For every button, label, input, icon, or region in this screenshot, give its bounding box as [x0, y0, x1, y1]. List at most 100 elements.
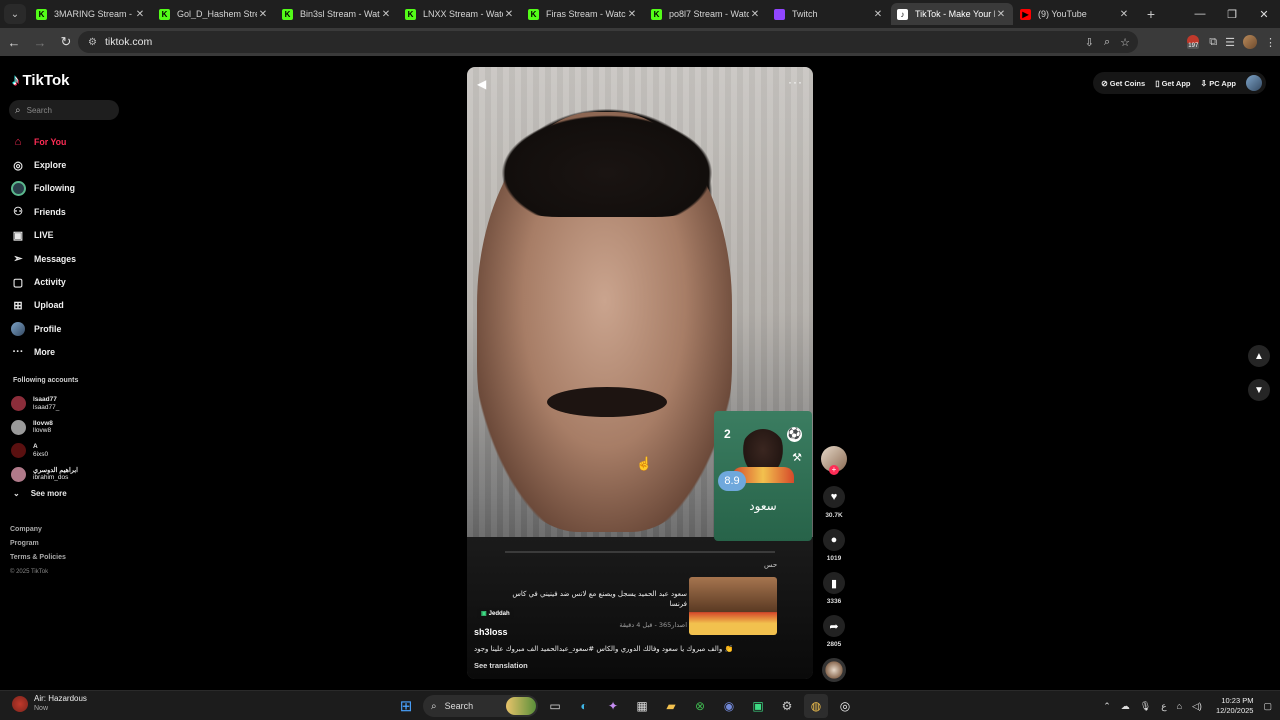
following-account-item[interactable]: ابراهيم الدوسري ibrahim_dos — [11, 463, 78, 487]
extension-icon[interactable]: 197 — [1187, 35, 1201, 49]
browser-tab[interactable]: K Bin3sl Stream - Watc ✕ — [276, 3, 398, 25]
save-action[interactable]: ▮ 3336 — [819, 572, 849, 605]
tab-close-icon[interactable]: ✕ — [626, 9, 638, 20]
store-icon[interactable]: ▦ — [630, 694, 654, 718]
onedrive-icon[interactable]: ☁ — [1121, 701, 1130, 712]
nav-item-explore[interactable]: ◎ Explore — [10, 153, 76, 176]
reload-button[interactable]: ↻ — [54, 30, 78, 54]
network-icon[interactable]: ⌂ — [1177, 701, 1182, 711]
heart-icon[interactable]: ♥ — [823, 486, 845, 508]
browser-tab[interactable]: Kpo8l7 Stream - Watc ✕ — [645, 3, 767, 25]
task-view-icon[interactable]: ▭ — [543, 694, 567, 718]
tab-close-icon[interactable]: ✕ — [134, 9, 146, 20]
browser-profile-avatar[interactable] — [1243, 35, 1257, 49]
discord-icon[interactable]: ◉ — [717, 694, 741, 718]
footer-terms-link[interactable]: Terms & Policies — [10, 551, 66, 565]
nav-item-following[interactable]: Following — [10, 177, 76, 200]
start-button[interactable]: ⊞ — [394, 694, 418, 718]
nav-item-activity[interactable]: ▢ Activity — [10, 270, 76, 293]
site-info-icon[interactable]: ⚙ — [88, 37, 97, 48]
browser-tab[interactable]: ♪ TikTok - Make Your D ✕ — [891, 3, 1013, 25]
weather-widget[interactable]: Air: Hazardous Now — [12, 694, 87, 714]
browser-tab[interactable]: K Gol_D_Hashem Strea ✕ — [153, 3, 275, 25]
like-action[interactable]: ♥ 30.7K — [819, 486, 849, 519]
tab-groups-icon[interactable]: ☰ — [1225, 36, 1235, 49]
tray-overflow-icon[interactable]: ⌃ — [1103, 701, 1111, 712]
tab-close-icon[interactable]: ✕ — [380, 9, 392, 20]
taskbar-search[interactable]: ⌕ Search — [423, 695, 538, 717]
volume-icon[interactable]: ◁) — [1192, 701, 1202, 712]
file-explorer-icon[interactable]: ▰ — [659, 694, 683, 718]
browser-tab[interactable]: K LNXX Stream - Watc ✕ — [399, 3, 521, 25]
nav-item-live[interactable]: ▣ LIVE — [10, 224, 76, 247]
nav-item-more[interactable]: ··· More — [10, 341, 76, 364]
xbox-icon[interactable]: ⊗ — [688, 694, 712, 718]
install-app-icon[interactable]: ⇩ — [1085, 36, 1094, 49]
steam-icon[interactable]: ⚙ — [775, 694, 799, 718]
maximize-button[interactable]: ❐ — [1216, 0, 1248, 28]
forward-button[interactable]: → — [28, 30, 52, 54]
user-avatar[interactable] — [1246, 75, 1262, 91]
notifications-icon[interactable]: ▢ — [1263, 701, 1272, 712]
share-icon[interactable]: ➦ — [823, 615, 845, 637]
comment-action[interactable]: ● 1019 — [819, 529, 849, 562]
search-box[interactable]: ⌕ — [9, 100, 119, 120]
microphone-icon[interactable]: 🎙 — [1140, 701, 1151, 712]
get-app-button[interactable]: ▯ Get App — [1155, 79, 1190, 88]
footer-company-link[interactable]: Company — [10, 523, 66, 537]
close-window-button[interactable]: ✕ — [1248, 0, 1280, 28]
music-disc-icon[interactable] — [822, 658, 846, 682]
video-author[interactable]: sh3loss — [474, 627, 508, 637]
comment-icon[interactable]: ● — [823, 529, 845, 551]
get-coins-button[interactable]: ⊘ Get Coins — [1101, 79, 1145, 88]
share-action[interactable]: ➦ 2805 — [819, 615, 849, 648]
obs-icon[interactable]: ◎ — [833, 694, 857, 718]
edge-icon[interactable]: ◐ — [572, 694, 596, 718]
address-bar[interactable]: ⚙ tiktok.com ⇩ ⌕ ☆ — [78, 31, 1138, 53]
author-avatar[interactable]: + — [821, 446, 847, 475]
bookmark-icon[interactable]: ▮ — [823, 572, 845, 594]
tab-close-icon[interactable]: ✕ — [503, 9, 515, 20]
location-tag[interactable]: ▣ Jeddah — [477, 608, 514, 619]
volume-icon[interactable]: ◀ — [477, 77, 486, 91]
tiktok-logo[interactable]: ♪ TikTok — [12, 72, 69, 89]
tab-close-icon[interactable]: ✕ — [257, 9, 269, 20]
video-player[interactable]: ◀ ··· 2 ⚽ ⚒ 8.9 سعود حس سعود عبد الحميد … — [467, 67, 813, 679]
nav-item-profile[interactable]: Profile — [10, 317, 76, 340]
bookmark-star-icon[interactable]: ☆ — [1120, 36, 1130, 49]
clock[interactable]: 10:23 PM 12/20/2025 — [1216, 696, 1254, 716]
pc-app-button[interactable]: ⇩ PC App — [1200, 79, 1236, 88]
browser-tab[interactable]: K 3MARING Stream - W✕ — [30, 3, 152, 25]
browser-menu-icon[interactable]: ⋮ — [1265, 36, 1276, 49]
following-account-item[interactable]: llovw8 llovw8 — [11, 416, 78, 440]
nav-item-friends[interactable]: ⚇ Friends — [10, 200, 76, 223]
tab-search-button[interactable]: ⌄ — [4, 4, 26, 24]
tab-close-icon[interactable]: ✕ — [995, 9, 1007, 20]
tab-close-icon[interactable]: ✕ — [1118, 9, 1130, 20]
tab-close-icon[interactable]: ✕ — [872, 9, 884, 20]
back-button[interactable]: ← — [2, 30, 26, 54]
footer-program-link[interactable]: Program — [10, 537, 66, 551]
chrome-icon[interactable]: ◍ — [804, 694, 828, 718]
following-account-item[interactable]: A 6ixs0 — [11, 439, 78, 463]
extensions-puzzle-icon[interactable]: ⧉ — [1209, 36, 1217, 49]
previous-video-button[interactable]: ▲ — [1248, 345, 1270, 367]
see-more-button[interactable]: ⌄ See more — [13, 489, 67, 498]
language-icon[interactable]: ع — [1161, 701, 1166, 712]
search-input[interactable] — [26, 105, 107, 115]
whatsapp-icon[interactable]: ▣ — [746, 694, 770, 718]
browser-tab[interactable]: ▶ (9) YouTube ✕ — [1014, 3, 1136, 25]
browser-tab[interactable]: K Firas Stream - Watc ✕ — [522, 3, 644, 25]
tab-close-icon[interactable]: ✕ — [749, 9, 761, 20]
nav-item-for-you[interactable]: ⌂ For You — [10, 130, 76, 153]
minimize-button[interactable]: — — [1184, 0, 1216, 28]
zoom-icon[interactable]: ⌕ — [1104, 36, 1110, 49]
copilot-icon[interactable]: ✦ — [601, 694, 625, 718]
next-video-button[interactable]: ▼ — [1248, 379, 1270, 401]
nav-item-messages[interactable]: ➢ Messages — [10, 247, 76, 270]
new-tab-button[interactable]: + — [1141, 4, 1161, 24]
browser-tab[interactable]: Twitch ✕ — [768, 3, 890, 25]
nav-item-upload[interactable]: ⊞ Upload — [10, 294, 76, 317]
more-options-icon[interactable]: ··· — [788, 75, 803, 89]
see-translation-link[interactable]: See translation — [474, 661, 528, 670]
